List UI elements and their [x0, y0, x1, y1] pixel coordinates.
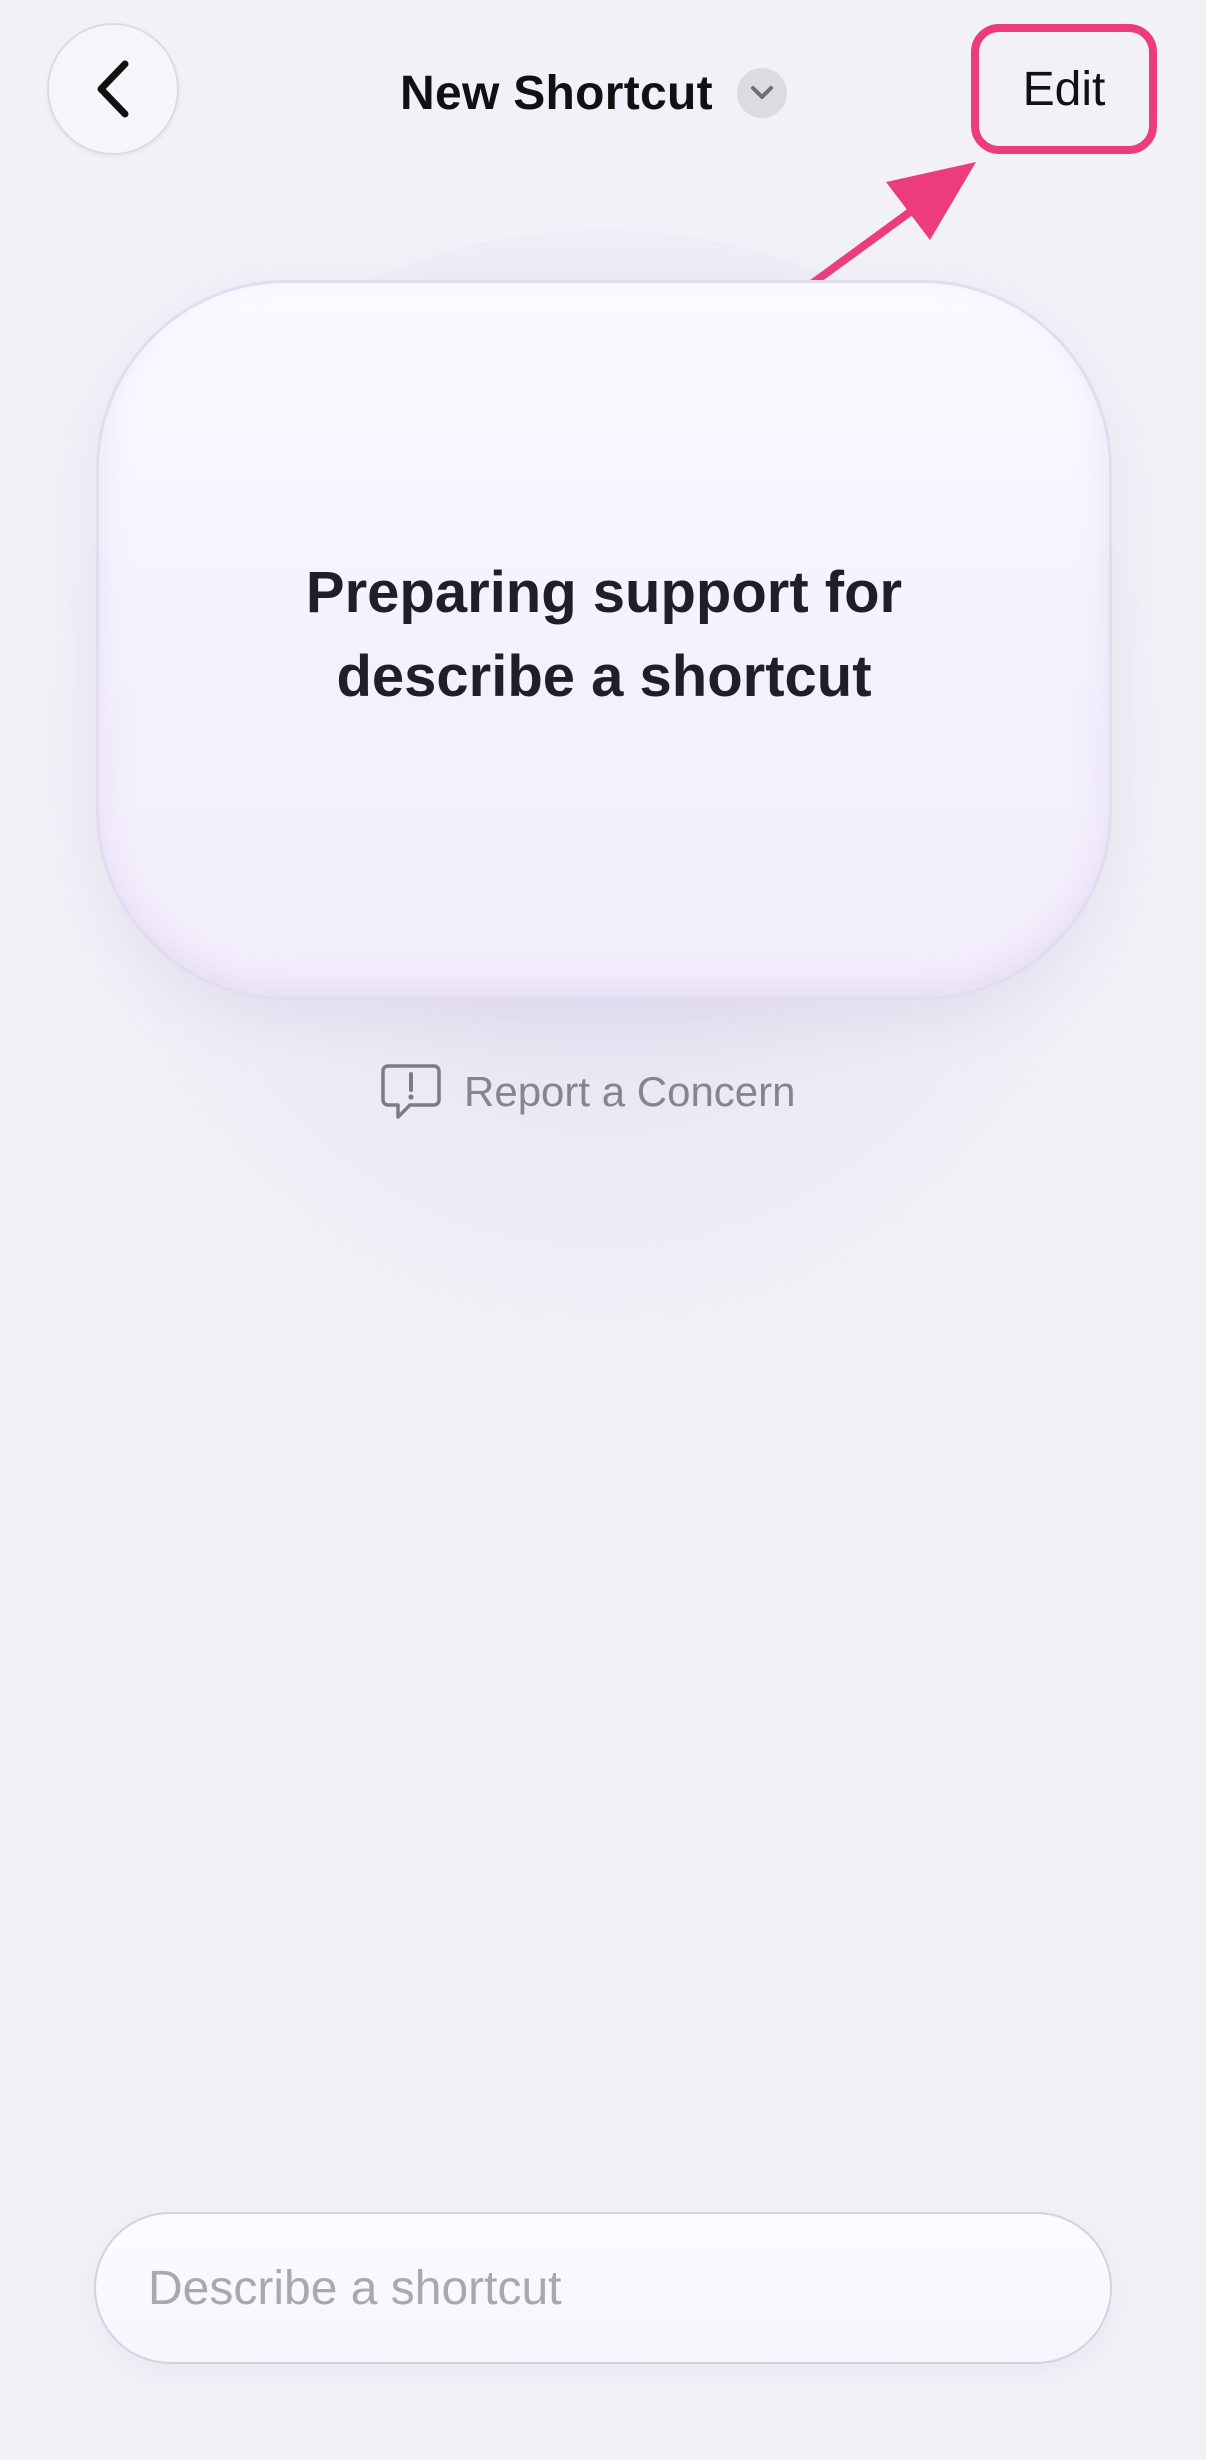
chevron-down-icon: [750, 86, 773, 99]
title-menu[interactable]: New Shortcut: [400, 58, 787, 128]
report-concern-label: Report a Concern: [464, 1068, 796, 1115]
edit-button[interactable]: Edit: [971, 24, 1157, 154]
describe-shortcut-input[interactable]: [146, 2259, 1030, 2317]
back-button[interactable]: [47, 23, 179, 155]
status-text: Preparing support for describe a shortcu…: [305, 560, 903, 709]
chevron-left-icon: [97, 60, 129, 118]
page-title: New Shortcut: [400, 66, 713, 120]
title-dropdown-button[interactable]: [736, 68, 787, 118]
status-card: Preparing support for describe a shortcu…: [96, 280, 1112, 1000]
pointer-arrow-icon: [802, 162, 976, 292]
edit-button-label: Edit: [1022, 62, 1106, 116]
exclamation-bubble-icon: [381, 1064, 441, 1119]
describe-shortcut-field[interactable]: [94, 2212, 1112, 2364]
report-concern-button[interactable]: Report a Concern: [380, 1060, 796, 1124]
